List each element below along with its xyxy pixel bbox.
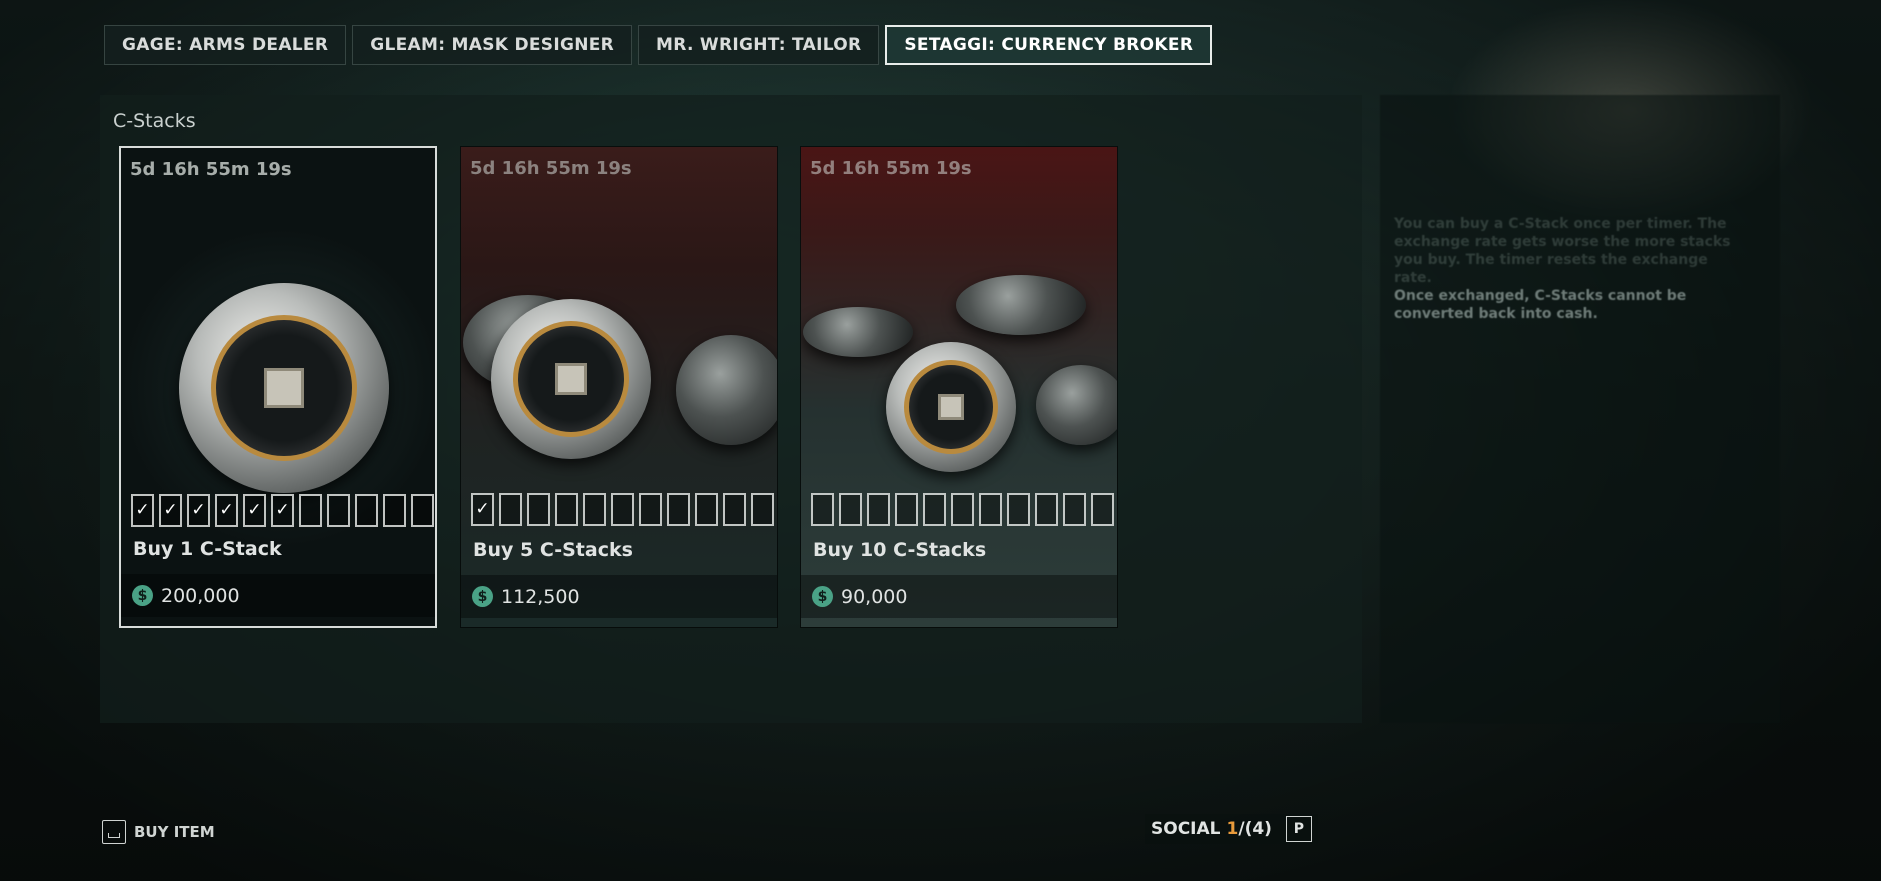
c-stack-coin-image: [491, 299, 651, 459]
tab-mr-wright-tailor[interactable]: MR. WRIGHT: TAILOR: [638, 25, 880, 65]
checked-box: ✓: [159, 494, 182, 527]
empty-box: [867, 493, 890, 526]
checked-box: ✓: [243, 494, 266, 527]
offer-card-5[interactable]: 5d 16h 55m 19s ✓ Buy 5 C-Stacks $ 112,50…: [460, 146, 778, 628]
info-note: Once exchanged, C-Stacks cannot be conve…: [1394, 288, 1687, 322]
offer-card-10[interactable]: 5d 16h 55m 19s Buy 10 C-Stacks $ 90,000: [800, 146, 1118, 628]
empty-box: [811, 493, 834, 526]
empty-box: [555, 493, 578, 526]
empty-box: [1035, 493, 1058, 526]
empty-box: [1063, 493, 1086, 526]
empty-box: [667, 493, 690, 526]
offer-timer: 5d 16h 55m 19s: [810, 158, 972, 179]
info-description: You can buy a C-Stack once per timer. Th…: [1394, 216, 1731, 286]
empty-box: [299, 494, 322, 527]
social-online-count: 1: [1226, 819, 1239, 839]
checked-box: ✓: [271, 494, 294, 527]
tab-gleam-mask-designer[interactable]: GLEAM: MASK DESIGNER: [352, 25, 633, 65]
purchase-progress: ✓ ✓ ✓ ✓ ✓ ✓: [131, 494, 434, 527]
tab-gage-arms-dealer[interactable]: GAGE: ARMS DEALER: [104, 25, 347, 65]
info-side-panel: You can buy a C-Stack once per timer. Th…: [1380, 95, 1780, 723]
empty-box: [327, 494, 350, 527]
price-row: $ 112,500: [461, 575, 777, 618]
empty-box: [923, 493, 946, 526]
offer-card-1[interactable]: 5d 16h 55m 19s ✓ ✓ ✓ ✓ ✓ ✓ Buy 1 C-Stack $ 20…: [119, 146, 437, 628]
empty-box: [895, 493, 918, 526]
price-row: $ 90,000: [801, 575, 1117, 618]
empty-box: [723, 493, 746, 526]
buy-item-label: BUY ITEM: [134, 823, 215, 841]
section-title: C-Stacks: [113, 110, 196, 132]
social-button[interactable]: SOCIAL 1/(4) P: [1145, 814, 1318, 844]
price-row: $ 200,000: [121, 574, 435, 617]
cash-icon: $: [132, 585, 153, 606]
spacebar-key-icon: [102, 820, 126, 844]
c-stack-coin-image: [956, 275, 1086, 335]
empty-box: [527, 493, 550, 526]
checked-box: ✓: [215, 494, 238, 527]
empty-box: [979, 493, 1002, 526]
offer-label: Buy 5 C-Stacks: [473, 539, 633, 561]
cash-icon: $: [812, 586, 833, 607]
buy-item-hint[interactable]: BUY ITEM: [102, 820, 215, 844]
checked-box: ✓: [131, 494, 154, 527]
purchase-progress: ✓: [471, 493, 774, 526]
empty-box: [355, 494, 378, 527]
empty-box: [411, 494, 434, 527]
vendor-tabs: GAGE: ARMS DEALER GLEAM: MASK DESIGNER M…: [104, 25, 1213, 65]
offer-price: 112,500: [501, 585, 580, 608]
empty-box: [839, 493, 862, 526]
offer-timer: 5d 16h 55m 19s: [470, 158, 632, 179]
c-stack-coin-image: [179, 283, 389, 493]
purchase-progress: [811, 493, 1114, 526]
checked-box: ✓: [471, 493, 494, 526]
empty-box: [639, 493, 662, 526]
offer-price: 90,000: [841, 585, 908, 608]
p-key-icon: P: [1285, 816, 1312, 842]
empty-box: [695, 493, 718, 526]
empty-box: [1007, 493, 1030, 526]
tab-setaggi-currency-broker[interactable]: SETAGGI: CURRENCY BROKER: [885, 25, 1213, 65]
c-stack-coin-image: [803, 307, 913, 357]
c-stack-coin-image: [886, 342, 1016, 472]
empty-box: [1091, 493, 1114, 526]
offer-label: Buy 1 C-Stack: [133, 538, 282, 560]
empty-box: [583, 493, 606, 526]
empty-box: [951, 493, 974, 526]
empty-box: [611, 493, 634, 526]
social-total-count: (4): [1244, 819, 1272, 839]
checked-box: ✓: [187, 494, 210, 527]
offer-timer: 5d 16h 55m 19s: [130, 159, 292, 180]
c-stack-coin-image: [1036, 365, 1117, 445]
empty-box: [383, 494, 406, 527]
empty-box: [751, 493, 774, 526]
offer-price: 200,000: [161, 584, 240, 607]
social-label: SOCIAL: [1151, 819, 1221, 839]
empty-box: [499, 493, 522, 526]
cash-icon: $: [472, 586, 493, 607]
offer-label: Buy 10 C-Stacks: [813, 539, 987, 561]
c-stack-coin-image: [676, 335, 777, 445]
